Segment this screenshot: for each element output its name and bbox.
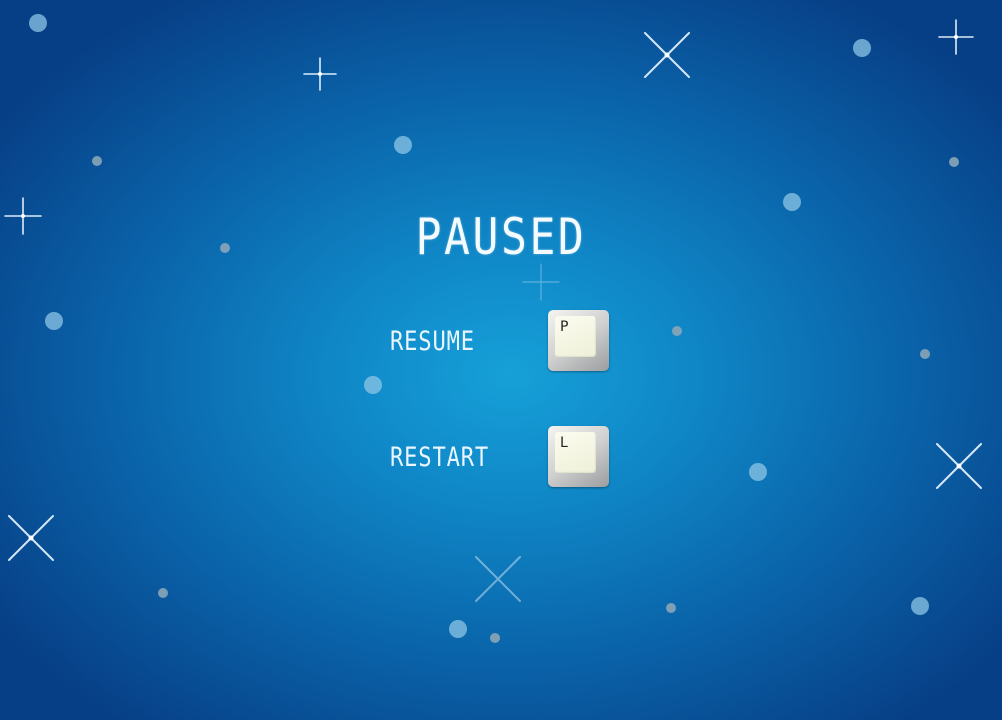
bubble-dot [45,312,63,330]
resume-key-letter: P [560,319,569,335]
star-dot [672,326,682,336]
resume-key-button[interactable]: P [548,310,609,371]
bubble-dot [364,376,382,394]
bubble-dot [449,620,467,638]
bubble-dot [29,14,47,32]
restart-key-letter: L [560,435,568,451]
star-dot [158,588,168,598]
star-dot [666,603,676,613]
star-dot [920,349,930,359]
pause-screen: PAUSED RESUME P RESTART L [0,0,1002,720]
star-dot [949,157,959,167]
paused-title: PAUSED [415,208,587,266]
bubble-dot [853,39,871,57]
restart-key-button[interactable]: L [548,426,609,487]
sparkle-star [475,556,521,602]
keycap-face: L [555,432,596,473]
bubble-dot [394,136,412,154]
restart-label: RESTART [390,442,490,473]
bubble-dot [749,463,767,481]
restart-option[interactable]: RESTART L [390,426,610,488]
keycap-face: P [555,316,596,357]
bubble-dot [911,597,929,615]
twinkle-star [522,263,560,301]
star-dot [92,156,102,166]
star-dot [490,633,500,643]
resume-label: RESUME [390,326,475,357]
resume-option[interactable]: RESUME P [390,310,610,372]
